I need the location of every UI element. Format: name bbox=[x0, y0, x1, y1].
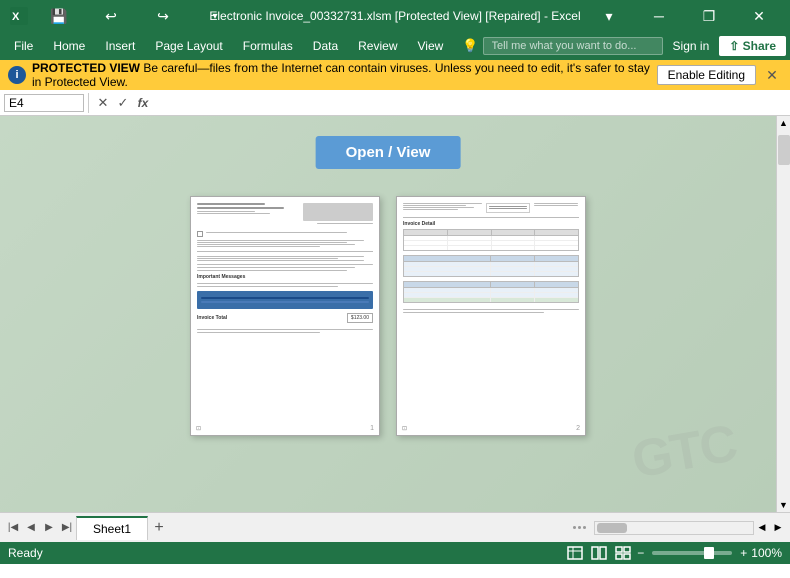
watermark: GTC bbox=[628, 413, 741, 490]
zoom-thumb[interactable] bbox=[704, 547, 714, 559]
protected-label-bold: PROTECTED VIEW bbox=[32, 61, 140, 75]
menu-bar: File Home Insert Page Layout Formulas Da… bbox=[0, 32, 790, 60]
signin-button[interactable]: Sign in bbox=[663, 36, 720, 56]
fx-icon[interactable]: fx bbox=[133, 93, 153, 113]
formula-input[interactable] bbox=[153, 93, 786, 113]
document-preview-1: Important Messages Invoice Total $123.00 bbox=[190, 196, 380, 436]
scroll-up-button[interactable]: ▲ bbox=[777, 116, 790, 130]
menu-formulas[interactable]: Formulas bbox=[233, 35, 303, 57]
menu-page-layout[interactable]: Page Layout bbox=[145, 35, 232, 57]
vertical-scrollbar[interactable]: ▲ ▼ bbox=[776, 116, 790, 512]
tab-last-button[interactable]: ▶| bbox=[58, 519, 76, 537]
document-preview-2: Invoice Detail bbox=[396, 196, 586, 436]
title-bar: X 💾 ↩ ↪ ▾ Electronic Invoice_00332731.xl… bbox=[0, 0, 790, 32]
tab-first-button[interactable]: |◀ bbox=[4, 519, 22, 537]
undo-button[interactable]: ↩ bbox=[88, 0, 134, 32]
sheet-tab-1[interactable]: Sheet1 bbox=[76, 516, 148, 540]
h-scroll-right-button[interactable]: ▶ bbox=[770, 521, 786, 535]
share-button[interactable]: ⇧ Share bbox=[719, 36, 786, 56]
menu-review[interactable]: Review bbox=[348, 35, 407, 57]
menu-data[interactable]: Data bbox=[303, 35, 348, 57]
quick-access-dropdown[interactable]: ▾ bbox=[192, 0, 238, 32]
h-scroll-container: ◀ ▶ bbox=[565, 521, 786, 535]
normal-view-button[interactable] bbox=[565, 544, 585, 562]
doc2-icon: ⊡ bbox=[402, 425, 407, 432]
formula-bar: ✕ ✓ fx bbox=[0, 90, 790, 116]
tab-prev-button[interactable]: ◀ bbox=[22, 519, 40, 537]
status-right: − + 100% bbox=[565, 544, 782, 562]
name-box[interactable] bbox=[4, 94, 84, 112]
svg-text:X: X bbox=[12, 11, 20, 23]
docs-container: Important Messages Invoice Total $123.00 bbox=[190, 196, 586, 436]
main-wrapper: GTC Open / View bbox=[0, 116, 790, 512]
confirm-icon[interactable]: ✓ bbox=[113, 93, 133, 113]
scroll-down-button[interactable]: ▼ bbox=[777, 498, 790, 512]
open-view-button[interactable]: Open / View bbox=[316, 136, 461, 169]
minimize-button[interactable]: ─ bbox=[636, 0, 682, 32]
menu-home[interactable]: Home bbox=[43, 35, 95, 57]
zoom-plus[interactable]: + bbox=[740, 546, 747, 560]
protected-message: PROTECTED VIEW Be careful—files from the… bbox=[32, 61, 651, 89]
menu-insert[interactable]: Insert bbox=[95, 35, 145, 57]
status-bar: Ready − + 100% bbox=[0, 542, 790, 564]
menu-file[interactable]: File bbox=[4, 35, 43, 57]
enable-editing-button[interactable]: Enable Editing bbox=[657, 65, 756, 85]
title-bar-left: X 💾 ↩ ↪ ▾ bbox=[8, 0, 238, 32]
excel-icon: X bbox=[8, 5, 30, 27]
tell-me-input[interactable] bbox=[483, 37, 663, 55]
protected-view-bar: i PROTECTED VIEW Be careful—files from t… bbox=[0, 60, 790, 90]
lightbulb-icon: 💡 bbox=[462, 38, 478, 54]
window-controls: ▾ ─ ❐ ✕ bbox=[586, 0, 782, 32]
protected-icon: i bbox=[8, 66, 26, 84]
doc2-page-num: 2 bbox=[576, 425, 580, 432]
doc1-page-num: 1 bbox=[370, 425, 374, 432]
menu-view[interactable]: View bbox=[408, 35, 454, 57]
zoom-percent: 100% bbox=[751, 546, 782, 560]
redo-button[interactable]: ↪ bbox=[140, 0, 186, 32]
protected-close-button[interactable]: ✕ bbox=[762, 65, 782, 85]
add-sheet-button[interactable]: + bbox=[148, 517, 170, 539]
sheet-content: GTC Open / View bbox=[0, 116, 776, 512]
h-scroll-left-button[interactable]: ◀ bbox=[754, 521, 770, 535]
restore-button[interactable]: ❐ bbox=[686, 0, 732, 32]
open-view-container: Open / View bbox=[316, 136, 461, 169]
status-text: Ready bbox=[8, 546, 43, 560]
page-layout-view-button[interactable] bbox=[589, 544, 609, 562]
zoom-minus[interactable]: − bbox=[637, 546, 644, 560]
h-scroll-track[interactable] bbox=[594, 521, 754, 535]
cancel-icon[interactable]: ✕ bbox=[93, 93, 113, 113]
zoom-slider[interactable] bbox=[652, 551, 732, 555]
h-scroll-thumb[interactable] bbox=[597, 523, 627, 533]
formula-divider bbox=[88, 93, 89, 113]
doc1-icon: ⊡ bbox=[196, 425, 201, 432]
sheet-tabs-bar: |◀ ◀ ▶ ▶| Sheet1 + ◀ ▶ bbox=[0, 512, 790, 542]
scroll-dots bbox=[565, 526, 594, 529]
page-break-view-button[interactable] bbox=[613, 544, 633, 562]
save-button[interactable]: 💾 bbox=[36, 0, 82, 32]
tell-me-container: 💡 bbox=[462, 37, 662, 55]
ribbon-toggle[interactable]: ▾ bbox=[586, 0, 632, 32]
close-button[interactable]: ✕ bbox=[736, 0, 782, 32]
tab-next-button[interactable]: ▶ bbox=[40, 519, 58, 537]
